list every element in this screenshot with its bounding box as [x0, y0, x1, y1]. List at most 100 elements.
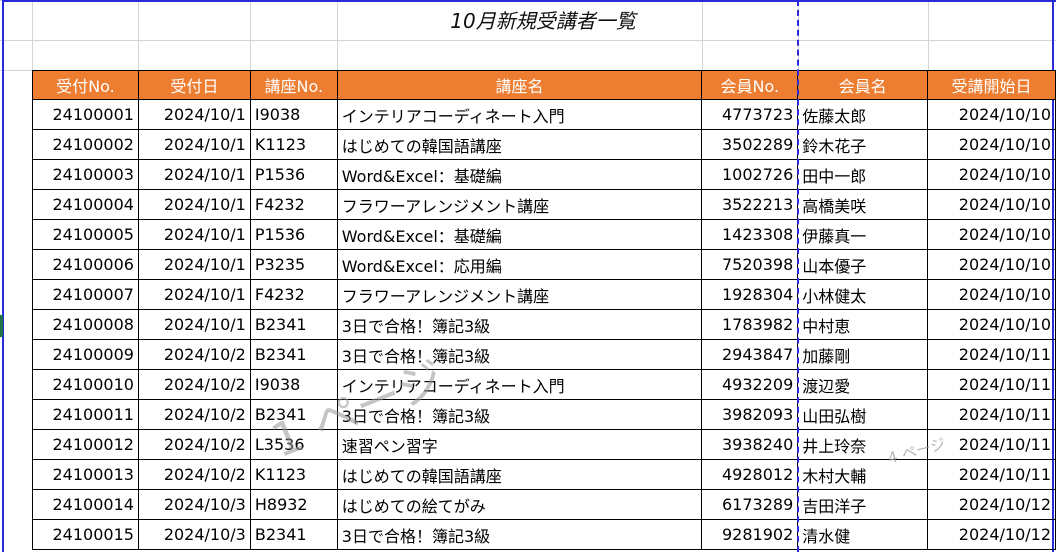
- table-cell[interactable]: Word&Excel：応用編: [336, 249, 703, 280]
- table-cell[interactable]: 2024/10/10: [927, 99, 1056, 130]
- table-cell[interactable]: 2024/10/1: [137, 159, 251, 190]
- table-cell[interactable]: 鈴木花子: [797, 129, 929, 160]
- table-cell[interactable]: 2024/10/11: [927, 369, 1056, 400]
- table-cell[interactable]: 2024/10/12: [927, 519, 1056, 550]
- table-cell[interactable]: B2341: [249, 399, 338, 430]
- table-cell[interactable]: 2024/10/1: [137, 309, 251, 340]
- table-cell[interactable]: P1536: [249, 219, 338, 250]
- table-cell[interactable]: Word&Excel：基礎編: [336, 159, 703, 190]
- page-break-dashed-line[interactable]: [797, 0, 799, 552]
- header-cell[interactable]: 会員名: [797, 70, 929, 100]
- table-cell[interactable]: 2024/10/1: [137, 189, 251, 220]
- table-cell[interactable]: 清水健: [797, 519, 929, 550]
- table-cell[interactable]: Word&Excel：基礎編: [336, 219, 703, 250]
- table-cell[interactable]: 3日で合格！簿記3級: [336, 309, 703, 340]
- table-cell[interactable]: F4232: [249, 279, 338, 310]
- header-cell[interactable]: 講座名: [336, 70, 703, 100]
- table-cell[interactable]: 2024/10/3: [137, 489, 251, 520]
- table-cell[interactable]: P1536: [249, 159, 338, 190]
- table-cell[interactable]: 2024/10/10: [927, 219, 1056, 250]
- table-cell[interactable]: 4928012: [701, 459, 799, 490]
- table-cell[interactable]: K1123: [249, 459, 338, 490]
- table-cell[interactable]: 2024/10/10: [927, 159, 1056, 190]
- table-cell[interactable]: 渡辺愛: [797, 369, 929, 400]
- table-cell[interactable]: 佐藤太郎: [797, 99, 929, 130]
- table-cell[interactable]: 2024/10/10: [927, 129, 1056, 160]
- table-cell[interactable]: 中村恵: [797, 309, 929, 340]
- table-cell[interactable]: 24100004: [32, 189, 139, 220]
- table-cell[interactable]: 山本優子: [797, 249, 929, 280]
- table-cell[interactable]: 2024/10/10: [927, 309, 1056, 340]
- table-cell[interactable]: 加藤剛: [797, 339, 929, 370]
- table-cell[interactable]: インテリアコーディネート入門: [336, 369, 703, 400]
- table-cell[interactable]: 1423308: [701, 219, 799, 250]
- table-cell[interactable]: はじめての絵てがみ: [336, 489, 703, 520]
- header-cell[interactable]: 講座No.: [249, 70, 338, 100]
- table-cell[interactable]: 24100001: [32, 99, 139, 130]
- table-cell[interactable]: 2943847: [701, 339, 799, 370]
- table-cell[interactable]: 24100002: [32, 129, 139, 160]
- table-cell[interactable]: 2024/10/1: [137, 129, 251, 160]
- table-cell[interactable]: P3235: [249, 249, 338, 280]
- sheet-title[interactable]: 10月新規受講者一覧: [0, 2, 1056, 40]
- table-cell[interactable]: 高橋美咲: [797, 189, 929, 220]
- table-cell[interactable]: 1002726: [701, 159, 799, 190]
- table-cell[interactable]: 3982093: [701, 399, 799, 430]
- table-cell[interactable]: 24100013: [32, 459, 139, 490]
- table-cell[interactable]: 小林健太: [797, 279, 929, 310]
- table-cell[interactable]: 4773723: [701, 99, 799, 130]
- table-cell[interactable]: 速習ペン習字: [336, 429, 703, 460]
- header-cell[interactable]: 会員No.: [701, 70, 799, 100]
- table-cell[interactable]: B2341: [249, 519, 338, 550]
- table-cell[interactable]: フラワーアレンジメント講座: [336, 279, 703, 310]
- table-cell[interactable]: 24100015: [32, 519, 139, 550]
- table-cell[interactable]: 6173289: [701, 489, 799, 520]
- table-cell[interactable]: 山田弘樹: [797, 399, 929, 430]
- table-cell[interactable]: 24100011: [32, 399, 139, 430]
- table-cell[interactable]: 24100008: [32, 309, 139, 340]
- header-cell[interactable]: 受付日: [137, 70, 251, 100]
- table-cell[interactable]: 2024/10/2: [137, 429, 251, 460]
- header-cell[interactable]: 受付No.: [32, 70, 139, 100]
- table-cell[interactable]: 3日で合格！簿記3級: [336, 519, 703, 550]
- table-cell[interactable]: B2341: [249, 309, 338, 340]
- table-cell[interactable]: 4932209: [701, 369, 799, 400]
- table-cell[interactable]: 2024/10/11: [927, 459, 1056, 490]
- table-cell[interactable]: 24100012: [32, 429, 139, 460]
- table-cell[interactable]: L3536: [249, 429, 338, 460]
- table-cell[interactable]: 井上玲奈: [797, 429, 929, 460]
- table-cell[interactable]: 3日で合格！簿記3級: [336, 399, 703, 430]
- table-cell[interactable]: 2024/10/3: [137, 519, 251, 550]
- table-cell[interactable]: 2024/10/11: [927, 399, 1056, 430]
- table-cell[interactable]: 24100010: [32, 369, 139, 400]
- table-cell[interactable]: 24100009: [32, 339, 139, 370]
- table-cell[interactable]: 木村大輔: [797, 459, 929, 490]
- table-cell[interactable]: 24100005: [32, 219, 139, 250]
- table-cell[interactable]: 3938240: [701, 429, 799, 460]
- table-cell[interactable]: 7520398: [701, 249, 799, 280]
- table-cell[interactable]: はじめての韓国語講座: [336, 459, 703, 490]
- table-cell[interactable]: 2024/10/10: [927, 279, 1056, 310]
- table-cell[interactable]: はじめての韓国語講座: [336, 129, 703, 160]
- table-cell[interactable]: 1783982: [701, 309, 799, 340]
- table-cell[interactable]: 9281902: [701, 519, 799, 550]
- table-cell[interactable]: 2024/10/10: [927, 189, 1056, 220]
- table-cell[interactable]: 2024/10/1: [137, 99, 251, 130]
- table-cell[interactable]: 24100003: [32, 159, 139, 190]
- table-cell[interactable]: 3502289: [701, 129, 799, 160]
- table-cell[interactable]: 2024/10/11: [927, 339, 1056, 370]
- table-cell[interactable]: 24100014: [32, 489, 139, 520]
- table-cell[interactable]: H8932: [249, 489, 338, 520]
- table-cell[interactable]: 24100006: [32, 249, 139, 280]
- table-cell[interactable]: 田中一郎: [797, 159, 929, 190]
- table-cell[interactable]: B2341: [249, 339, 338, 370]
- table-cell[interactable]: F4232: [249, 189, 338, 220]
- table-cell[interactable]: 2024/10/11: [927, 429, 1056, 460]
- table-cell[interactable]: 1928304: [701, 279, 799, 310]
- table-cell[interactable]: K1123: [249, 129, 338, 160]
- table-cell[interactable]: 3日で合格！簿記3級: [336, 339, 703, 370]
- table-cell[interactable]: I9038: [249, 369, 338, 400]
- table-cell[interactable]: フラワーアレンジメント講座: [336, 189, 703, 220]
- header-cell[interactable]: 受講開始日: [927, 70, 1056, 100]
- table-cell[interactable]: 伊藤真一: [797, 219, 929, 250]
